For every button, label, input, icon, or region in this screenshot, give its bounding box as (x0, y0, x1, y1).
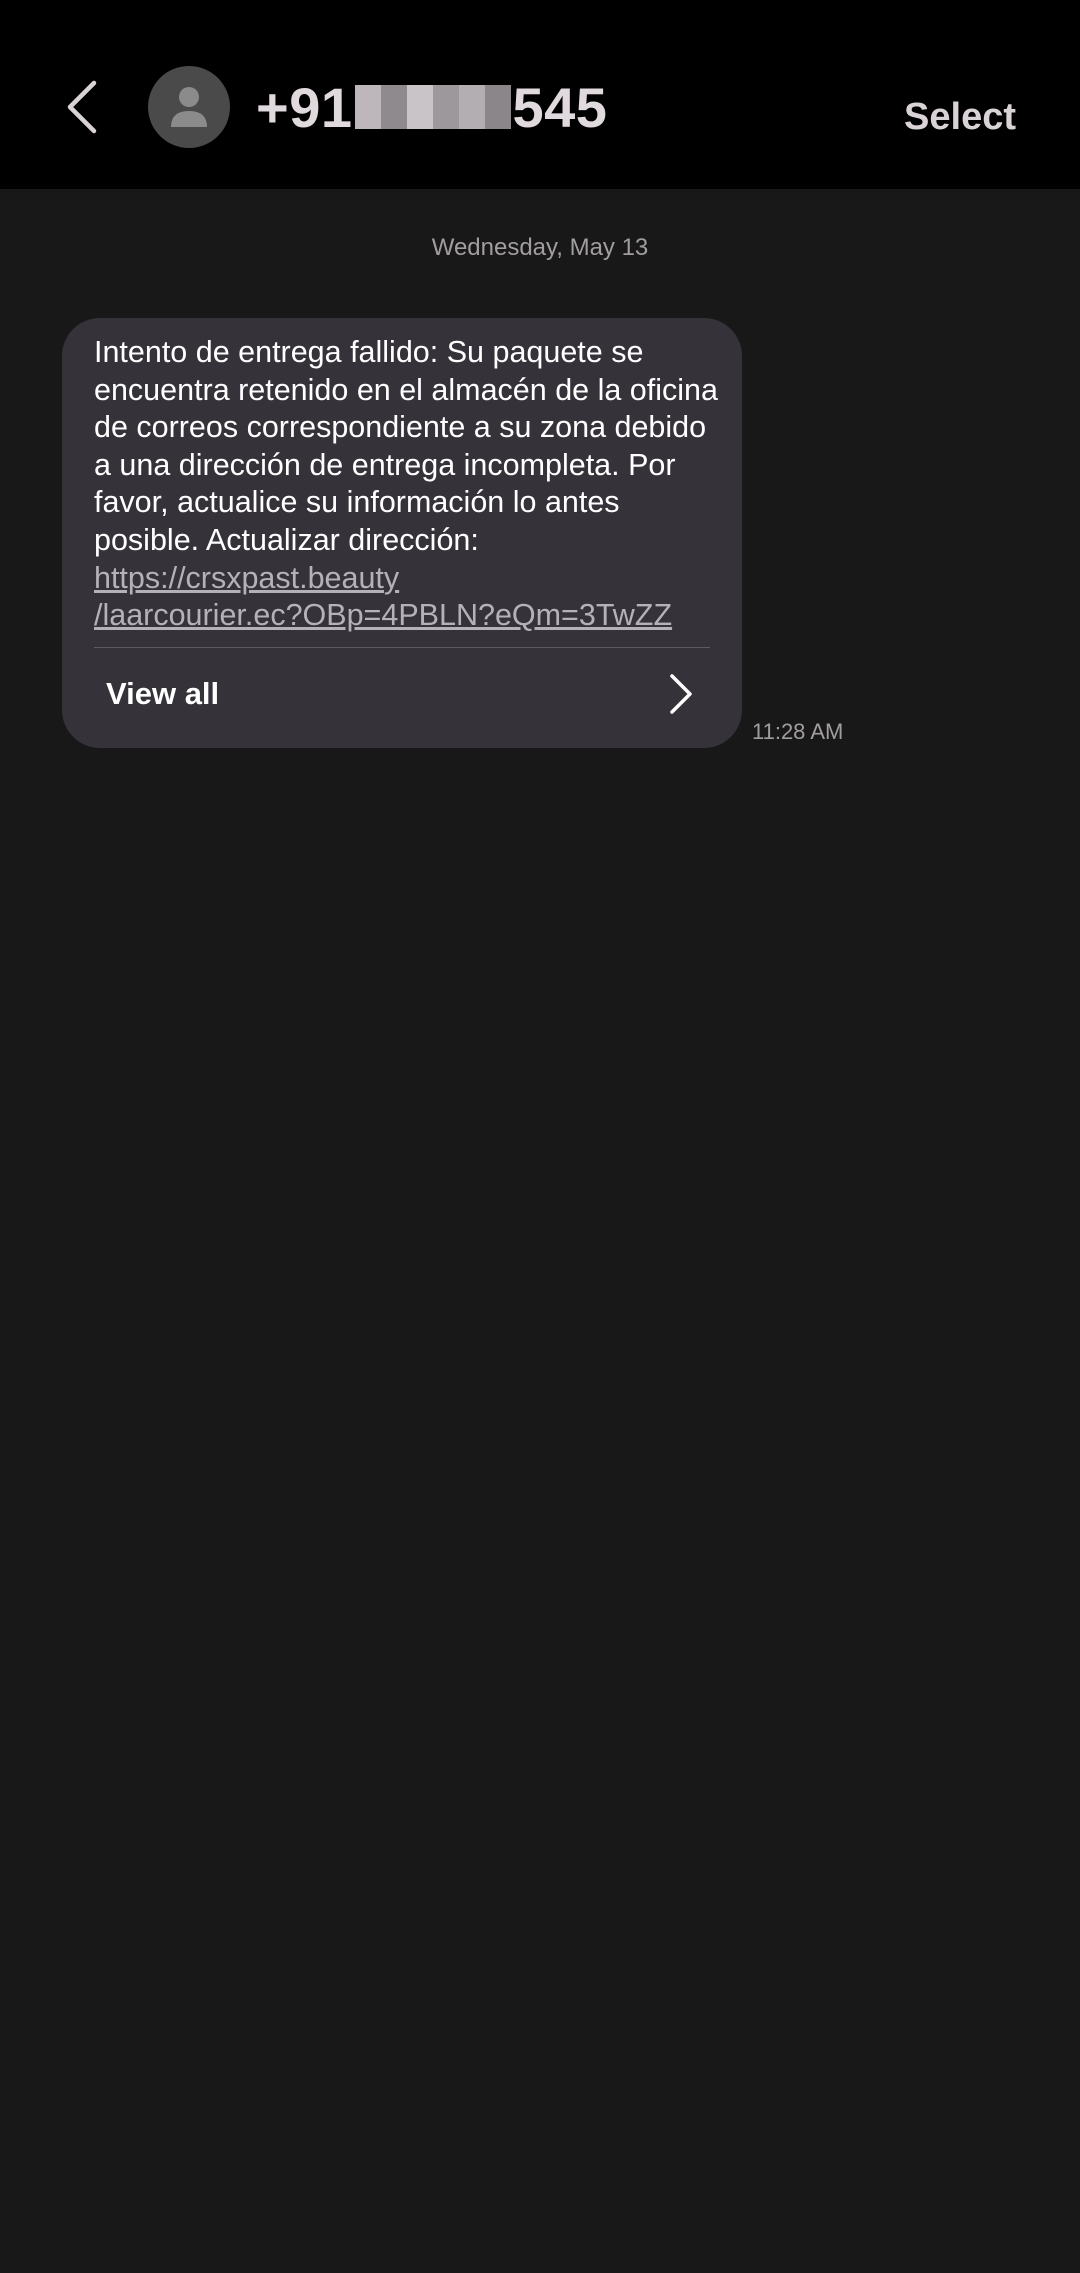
chevron-left-icon (67, 80, 97, 134)
message-link-part2: /laarcourier.ec?OBp=4PBLN?eQm=3TwZZ (94, 598, 673, 633)
view-all-label: View all (106, 676, 220, 711)
redacted-digits (354, 85, 511, 129)
message-timestamp: 11:28 AM (752, 719, 844, 744)
date-separator: Wednesday, May 13 (431, 234, 649, 261)
contact-avatar[interactable] (148, 66, 230, 148)
contact-number[interactable]: +91 545 (256, 74, 607, 140)
message-link[interactable]: https://crsxpast.beauty/laarcourier.ec?O… (94, 561, 672, 633)
chevron-right-icon (670, 674, 692, 714)
view-all-button[interactable]: View all (94, 648, 710, 748)
message-bubble[interactable]: Intento de entrega fallido: Su paquete s… (62, 318, 742, 748)
contact-number-prefix: +91 (256, 75, 353, 139)
contact-number-suffix: 545 (512, 75, 608, 139)
person-icon (171, 87, 207, 127)
message-body: Intento de entrega fallido: Su paquete s… (94, 335, 718, 557)
app-header: +91 545 Select (0, 0, 1080, 189)
message-text: Intento de entrega fallido: Su paquete s… (94, 334, 724, 635)
back-button[interactable] (52, 68, 112, 146)
message-link-part1: https://crsxpast.beauty (94, 560, 400, 595)
select-button[interactable]: Select (904, 96, 1016, 139)
